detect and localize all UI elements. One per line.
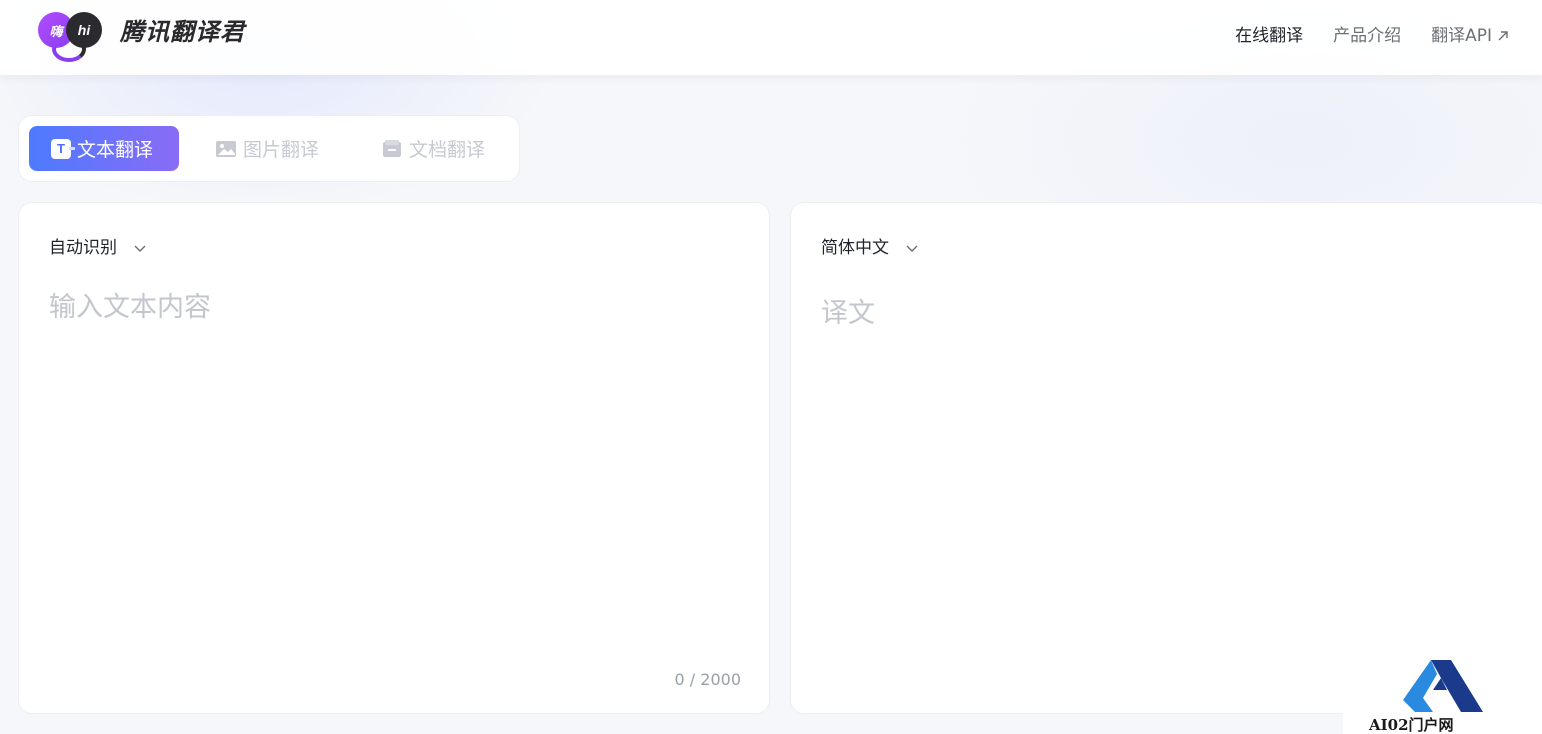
nav-translate-api[interactable]: 翻译API — [1431, 24, 1510, 48]
chevron-down-icon — [906, 245, 918, 252]
watermark-text: AI02门户网 — [1369, 716, 1454, 734]
nav-translate-api-label: 翻译API — [1431, 26, 1492, 46]
source-language-label: 自动识别 — [49, 238, 117, 258]
chevron-down-icon — [134, 245, 146, 252]
nav-product-intro[interactable]: 产品介绍 — [1333, 24, 1401, 48]
tab-document-translate-label: 文档翻译 — [409, 139, 486, 161]
target-panel: 简体中文 译文 — [790, 202, 1542, 714]
tab-image-translate-label: 图片翻译 — [243, 139, 320, 161]
character-counter: 0 / 2000 — [674, 670, 741, 689]
tab-text-translate-label: 文本翻译 — [77, 139, 154, 161]
logo-bubble-hi: hi — [66, 12, 102, 48]
nav-online-translate-label: 在线翻译 — [1235, 26, 1304, 46]
logo[interactable]: 嗨 hi — [38, 10, 104, 62]
source-language-select[interactable]: 自动识别 — [49, 236, 147, 260]
target-language-select[interactable]: 简体中文 — [821, 236, 919, 260]
top-nav: 在线翻译 产品介绍 翻译API — [1235, 24, 1510, 48]
brand-name[interactable]: 腾讯翻译君 — [120, 16, 245, 48]
external-link-arrow-icon — [1498, 31, 1508, 41]
document-icon — [383, 139, 401, 157]
image-icon — [216, 140, 236, 157]
text-translate-icon: T — [51, 138, 75, 159]
source-panel: 自动识别 0 / 2000 — [18, 202, 770, 714]
watermark-logo-icon — [1403, 660, 1483, 712]
tab-image-translate[interactable]: 图片翻译 — [215, 126, 345, 171]
translate-mode-tabs: T 文本翻译 图片翻译 文档翻译 — [18, 115, 520, 182]
tab-document-translate[interactable]: 文档翻译 — [381, 126, 511, 171]
nav-product-intro-label: 产品介绍 — [1333, 26, 1402, 46]
source-text-input[interactable] — [49, 285, 739, 645]
nav-online-translate[interactable]: 在线翻译 — [1235, 24, 1303, 48]
tab-text-translate[interactable]: T 文本翻译 — [29, 126, 179, 171]
watermark: AI02门户网 — [1343, 656, 1542, 734]
translation-output: 译文 — [821, 298, 875, 329]
top-header: 嗨 hi 腾讯翻译君 在线翻译 产品介绍 翻译API — [0, 0, 1542, 75]
target-language-label: 简体中文 — [821, 238, 889, 258]
